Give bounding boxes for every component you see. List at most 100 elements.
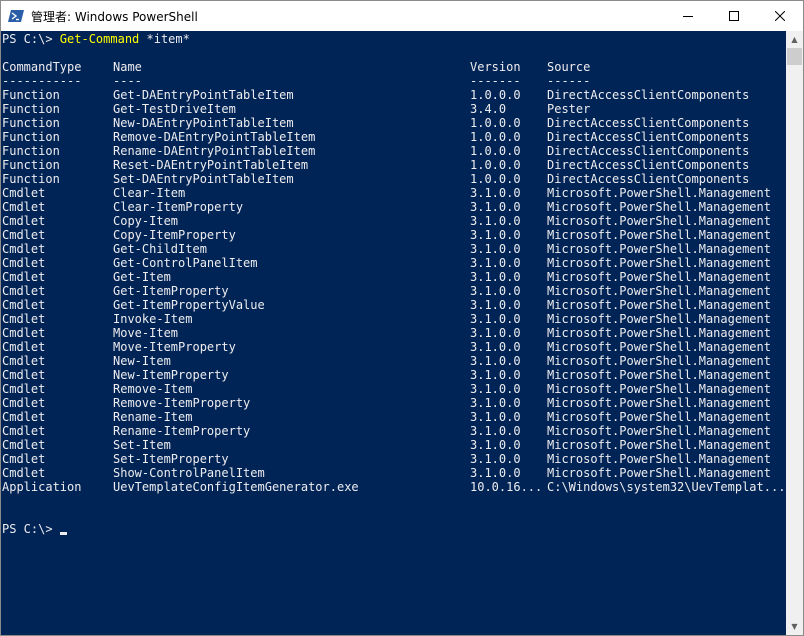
cell-name: Remove-Item bbox=[113, 382, 193, 396]
cell-name: Rename-DAEntryPointTableItem bbox=[113, 144, 316, 158]
console-output[interactable]: PS C:\> Get-Command *item* CommandType N… bbox=[1, 31, 786, 635]
cell-source: Microsoft.PowerShell.Management bbox=[547, 298, 771, 312]
cell-name: Get-ItemPropertyValue bbox=[113, 298, 265, 312]
cell-commandtype: Cmdlet bbox=[2, 424, 46, 438]
cell-name: New-ItemProperty bbox=[113, 368, 229, 382]
cell-commandtype: Cmdlet bbox=[2, 354, 46, 368]
cell-version: 3.1.0.0 bbox=[470, 200, 521, 214]
cell-version: 3.1.0.0 bbox=[470, 312, 521, 326]
cell-commandtype: Cmdlet bbox=[2, 452, 46, 466]
minimize-button[interactable] bbox=[665, 1, 711, 31]
cell-source: Microsoft.PowerShell.Management bbox=[547, 242, 771, 256]
cell-source: DirectAccessClientComponents bbox=[547, 88, 750, 102]
cell-source: Microsoft.PowerShell.Management bbox=[547, 340, 771, 354]
cell-version: 3.1.0.0 bbox=[470, 228, 521, 242]
cell-version: 1.0.0.0 bbox=[470, 116, 521, 130]
cell-commandtype: Cmdlet bbox=[2, 466, 46, 480]
header-version: Version bbox=[470, 60, 521, 74]
cell-commandtype: Cmdlet bbox=[2, 326, 46, 340]
cell-source: Pester bbox=[547, 102, 591, 116]
cell-version: 1.0.0.0 bbox=[470, 172, 521, 186]
prompt-line[interactable]: PS C:\> bbox=[2, 522, 67, 536]
cell-source: Microsoft.PowerShell.Management bbox=[547, 326, 771, 340]
cell-commandtype: Cmdlet bbox=[2, 340, 46, 354]
cell-source: Microsoft.PowerShell.Management bbox=[547, 284, 771, 298]
vertical-scrollbar[interactable]: ▲ ▼ bbox=[786, 31, 803, 635]
command-name: Get-Command bbox=[59, 32, 140, 46]
cell-name: Remove-DAEntryPointTableItem bbox=[113, 130, 316, 144]
cell-commandtype: Cmdlet bbox=[2, 438, 46, 452]
cell-commandtype: Cmdlet bbox=[2, 368, 46, 382]
cell-source: Microsoft.PowerShell.Management bbox=[547, 270, 771, 284]
cell-version: 3.1.0.0 bbox=[470, 438, 521, 452]
header-source: Source bbox=[547, 60, 591, 74]
cell-version: 10.0.16... bbox=[470, 480, 543, 494]
cell-version: 3.1.0.0 bbox=[470, 354, 521, 368]
cell-name: Get-ItemProperty bbox=[113, 284, 229, 298]
cell-version: 3.4.0 bbox=[470, 102, 507, 116]
cell-name: Set-DAEntryPointTableItem bbox=[113, 172, 294, 186]
cell-name: New-Item bbox=[113, 354, 171, 368]
cell-source: Microsoft.PowerShell.Management bbox=[547, 452, 771, 466]
header-separator: ----------- ---- ------- ------ bbox=[2, 74, 590, 88]
scroll-up-button[interactable]: ▲ bbox=[786, 31, 803, 48]
cell-commandtype: Function bbox=[2, 102, 60, 116]
cell-version: 3.1.0.0 bbox=[470, 214, 521, 228]
cell-commandtype: Cmdlet bbox=[2, 200, 46, 214]
cell-commandtype: Application bbox=[2, 480, 82, 494]
cell-version: 3.1.0.0 bbox=[470, 382, 521, 396]
close-icon bbox=[775, 11, 785, 21]
command-line: PS C:\> Get-Command *item* bbox=[2, 32, 190, 46]
cell-source: C:\Windows\system32\UevTemplat... bbox=[547, 480, 786, 494]
cell-commandtype: Cmdlet bbox=[2, 242, 46, 256]
cell-name: Show-ControlPanelItem bbox=[113, 466, 265, 480]
cell-version: 3.1.0.0 bbox=[470, 396, 521, 410]
cell-source: Microsoft.PowerShell.Management bbox=[547, 312, 771, 326]
maximize-button[interactable] bbox=[711, 1, 757, 31]
cell-version: 3.1.0.0 bbox=[470, 340, 521, 354]
cell-version: 3.1.0.0 bbox=[470, 452, 521, 466]
scroll-thumb[interactable] bbox=[787, 48, 802, 65]
cell-version: 3.1.0.0 bbox=[470, 256, 521, 270]
cell-commandtype: Function bbox=[2, 116, 60, 130]
prompt: PS C:\> bbox=[2, 522, 60, 536]
cell-source: Microsoft.PowerShell.Management bbox=[547, 424, 771, 438]
cell-commandtype: Cmdlet bbox=[2, 186, 46, 200]
title-bar[interactable]: 管理者: Windows PowerShell bbox=[1, 1, 803, 31]
cell-source: Microsoft.PowerShell.Management bbox=[547, 438, 771, 452]
cell-commandtype: Cmdlet bbox=[2, 298, 46, 312]
cell-name: Set-ItemProperty bbox=[113, 452, 229, 466]
cell-name: Reset-DAEntryPointTableItem bbox=[113, 158, 309, 172]
cell-commandtype: Cmdlet bbox=[2, 382, 46, 396]
cell-commandtype: Function bbox=[2, 144, 60, 158]
cell-source: Microsoft.PowerShell.Management bbox=[547, 382, 771, 396]
cell-commandtype: Cmdlet bbox=[2, 396, 46, 410]
cell-version: 1.0.0.0 bbox=[470, 144, 521, 158]
header-commandtype: CommandType bbox=[2, 60, 82, 74]
cell-source: DirectAccessClientComponents bbox=[547, 158, 750, 172]
cell-name: Invoke-Item bbox=[113, 312, 193, 326]
cell-source: Microsoft.PowerShell.Management bbox=[547, 368, 771, 382]
cell-name: Set-Item bbox=[113, 438, 171, 452]
cell-version: 3.1.0.0 bbox=[470, 466, 521, 480]
powershell-window: 管理者: Windows PowerShell PS C:\> Get-Comm… bbox=[0, 0, 804, 636]
cell-name: Remove-ItemProperty bbox=[113, 396, 251, 410]
cell-source: Microsoft.PowerShell.Management bbox=[547, 228, 771, 242]
cell-name: Get-Item bbox=[113, 270, 171, 284]
cell-name: Get-ControlPanelItem bbox=[113, 256, 258, 270]
cell-name: Get-ChildItem bbox=[113, 242, 207, 256]
scroll-down-button[interactable]: ▼ bbox=[786, 618, 803, 635]
cell-version: 3.1.0.0 bbox=[470, 242, 521, 256]
cell-name: Rename-ItemProperty bbox=[113, 424, 251, 438]
separator-version: ------- bbox=[470, 74, 521, 88]
cell-commandtype: Cmdlet bbox=[2, 256, 46, 270]
cell-version: 3.1.0.0 bbox=[470, 284, 521, 298]
cell-source: Microsoft.PowerShell.Management bbox=[547, 410, 771, 424]
cell-commandtype: Function bbox=[2, 158, 60, 172]
text-cursor bbox=[59, 532, 67, 535]
close-button[interactable] bbox=[757, 1, 803, 31]
cell-name: Clear-Item bbox=[113, 186, 186, 200]
cell-source: Microsoft.PowerShell.Management bbox=[547, 466, 771, 480]
cell-source: Microsoft.PowerShell.Management bbox=[547, 354, 771, 368]
prompt: PS C:\> bbox=[2, 32, 60, 46]
